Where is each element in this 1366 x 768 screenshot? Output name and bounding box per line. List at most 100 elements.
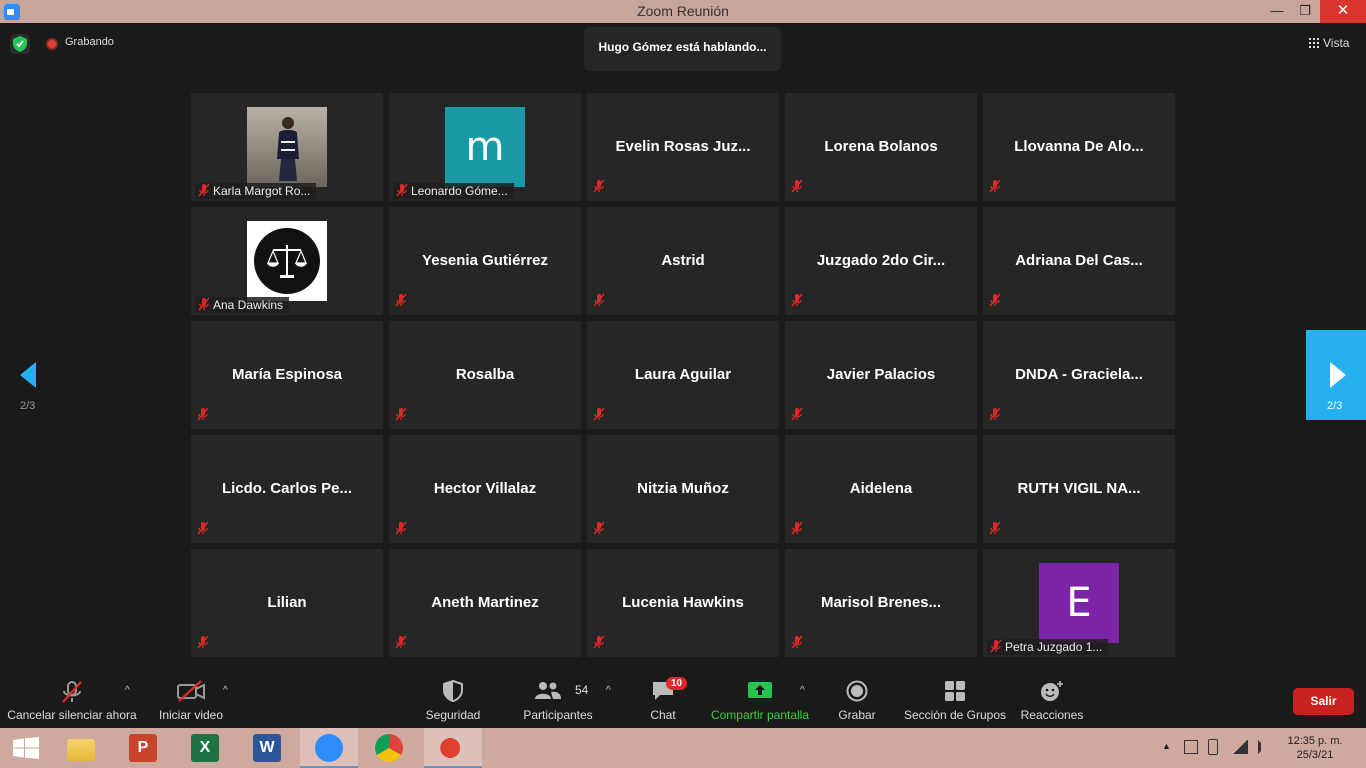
participants-icon [535, 682, 561, 699]
participant-tile[interactable]: Evelin Rosas Juz... [587, 93, 779, 201]
participant-name: Marisol Brenes... [820, 594, 942, 611]
windows-start-button[interactable] [0, 728, 58, 768]
participant-tile[interactable]: DNDA - Graciela... [983, 321, 1175, 429]
record-label: Grabar [838, 708, 876, 722]
participant-tile[interactable]: Nitzia Muñoz [587, 435, 779, 543]
muted-mic-icon [396, 183, 408, 197]
muted-mic-icon [989, 293, 1001, 307]
encryption-shield-icon[interactable] [10, 34, 30, 54]
reactions-button[interactable]: Reacciones [1015, 668, 1089, 728]
participant-tile[interactable]: m Leonardo Góme... [389, 93, 581, 201]
muted-mic-icon [198, 297, 210, 311]
participant-tile[interactable]: Laura Aguilar [587, 321, 779, 429]
minimize-button[interactable]: — [1262, 0, 1292, 23]
participant-name: Yesenia Gutiérrez [422, 252, 548, 269]
share-options-caret-icon[interactable]: ^ [800, 685, 805, 696]
participant-tile[interactable]: Hector Villalaz [389, 435, 581, 543]
mute-button[interactable]: Cancelar silenciar ahora [0, 668, 144, 728]
grid-view-icon [1309, 38, 1319, 48]
participant-name: Juzgado 2do Cir... [816, 252, 946, 269]
wifi-signal-icon[interactable] [1232, 740, 1248, 754]
participant-name: Evelin Rosas Juz... [615, 138, 751, 155]
volume-icon[interactable] [1258, 740, 1272, 754]
profile-photo [247, 221, 327, 301]
taskbar-word[interactable]: W [238, 728, 296, 768]
share-screen-label: Compartir pantalla [710, 708, 810, 722]
show-hidden-icons-caret-icon[interactable]: ▲ [1162, 741, 1171, 751]
taskbar-powerpoint[interactable]: P [114, 728, 172, 768]
taskbar-zoom[interactable] [300, 728, 358, 768]
video-options-caret-icon[interactable]: ^ [223, 685, 228, 696]
battery-icon[interactable] [1208, 739, 1218, 755]
avatar: E [1039, 563, 1119, 643]
participant-tile[interactable]: RUTH VIGIL NA... [983, 435, 1175, 543]
participant-tile[interactable]: Lorena Bolanos [785, 93, 977, 201]
share-screen-icon [748, 682, 772, 698]
muted-mic-icon [197, 521, 209, 535]
muted-mic-icon [197, 407, 209, 421]
participant-tile[interactable]: E Petra Juzgado 1... [983, 549, 1175, 657]
record-button[interactable]: Grabar [832, 668, 882, 728]
network-error-icon[interactable] [1184, 740, 1198, 754]
participant-tile[interactable]: Juzgado 2do Cir... [785, 207, 977, 315]
muted-mic-icon [593, 179, 605, 193]
participant-name: Karla Margot Ro... [213, 184, 311, 198]
record-icon [846, 680, 868, 702]
muted-mic-icon [791, 293, 803, 307]
clock-time: 12:35 p. m. [1287, 735, 1343, 747]
participant-tile[interactable]: Aneth Martinez [389, 549, 581, 657]
taskbar-chrome[interactable] [360, 728, 418, 768]
page-indicator-right: 2/3 [1327, 400, 1343, 412]
participant-name: Aneth Martinez [431, 594, 539, 611]
leave-meeting-button[interactable]: Salir [1293, 688, 1354, 715]
person-photo-icon [277, 117, 299, 181]
participant-tile[interactable]: Ana Dawkins [191, 207, 383, 315]
taskbar-excel[interactable]: X [176, 728, 234, 768]
muted-mic-icon [593, 635, 605, 649]
participant-name: RUTH VIGIL NA... [1017, 480, 1141, 497]
muted-mic-icon [395, 635, 407, 649]
windows-logo-icon [13, 737, 39, 759]
taskbar-file-explorer[interactable] [52, 728, 110, 768]
taskbar-ccleaner[interactable] [424, 728, 482, 768]
participants-button[interactable]: Participantes [518, 668, 598, 728]
participant-tile[interactable]: Javier Palacios [785, 321, 977, 429]
participant-tile[interactable]: Karla Margot Ro... [191, 93, 383, 201]
breakout-rooms-button[interactable]: Sección de Grupos [900, 668, 1010, 728]
next-page-button[interactable]: 2/3 [1306, 330, 1366, 420]
share-screen-button[interactable]: Compartir pantalla [704, 668, 816, 728]
view-button[interactable]: Vista [1309, 36, 1349, 50]
participant-name: Javier Palacios [826, 366, 936, 383]
participant-tile[interactable]: María Espinosa [191, 321, 383, 429]
powerpoint-icon: P [129, 734, 157, 762]
close-button[interactable]: ✕ [1320, 0, 1366, 23]
participant-tile[interactable]: Marisol Brenes... [785, 549, 977, 657]
muted-mic-icon [593, 293, 605, 307]
participant-tile[interactable]: Aidelena [785, 435, 977, 543]
participant-tile[interactable]: Llovanna De Alo... [983, 93, 1175, 201]
participants-caret-icon[interactable]: ^ [606, 685, 611, 696]
participant-tile[interactable]: Licdo. Carlos Pe... [191, 435, 383, 543]
audio-options-caret-icon[interactable]: ^ [125, 685, 130, 696]
participant-tile[interactable]: Adriana Del Cas... [983, 207, 1175, 315]
security-button[interactable]: Seguridad [413, 668, 493, 728]
participant-name: DNDA - Graciela... [1015, 366, 1143, 383]
muted-mic-icon [395, 407, 407, 421]
breakout-rooms-label: Sección de Grupos [903, 708, 1007, 722]
window-title: Zoom Reunión [637, 3, 729, 19]
mute-label: Cancelar silenciar ahora [7, 708, 137, 722]
participant-tile[interactable]: Yesenia Gutiérrez [389, 207, 581, 315]
participant-tile[interactable]: Rosalba [389, 321, 581, 429]
previous-page-button[interactable]: 2/3 [10, 330, 54, 420]
participant-tile[interactable]: Astrid [587, 207, 779, 315]
participant-tile[interactable]: Lucenia Hawkins [587, 549, 779, 657]
profile-photo [247, 107, 327, 187]
chat-label: Chat [650, 708, 676, 722]
restore-button[interactable]: ❐ [1290, 0, 1320, 23]
start-video-button[interactable]: Iniciar video [150, 668, 232, 728]
participant-name-label: Ana Dawkins [195, 297, 290, 313]
gallery-grid: Karla Margot Ro... m Leonardo Góme... Eveli… [191, 93, 1175, 657]
taskbar-clock[interactable]: 12:35 p. m. 25/3/21 [1282, 734, 1348, 762]
recording-label[interactable]: Grabando [65, 36, 114, 48]
participant-tile[interactable]: Lilian [191, 549, 383, 657]
